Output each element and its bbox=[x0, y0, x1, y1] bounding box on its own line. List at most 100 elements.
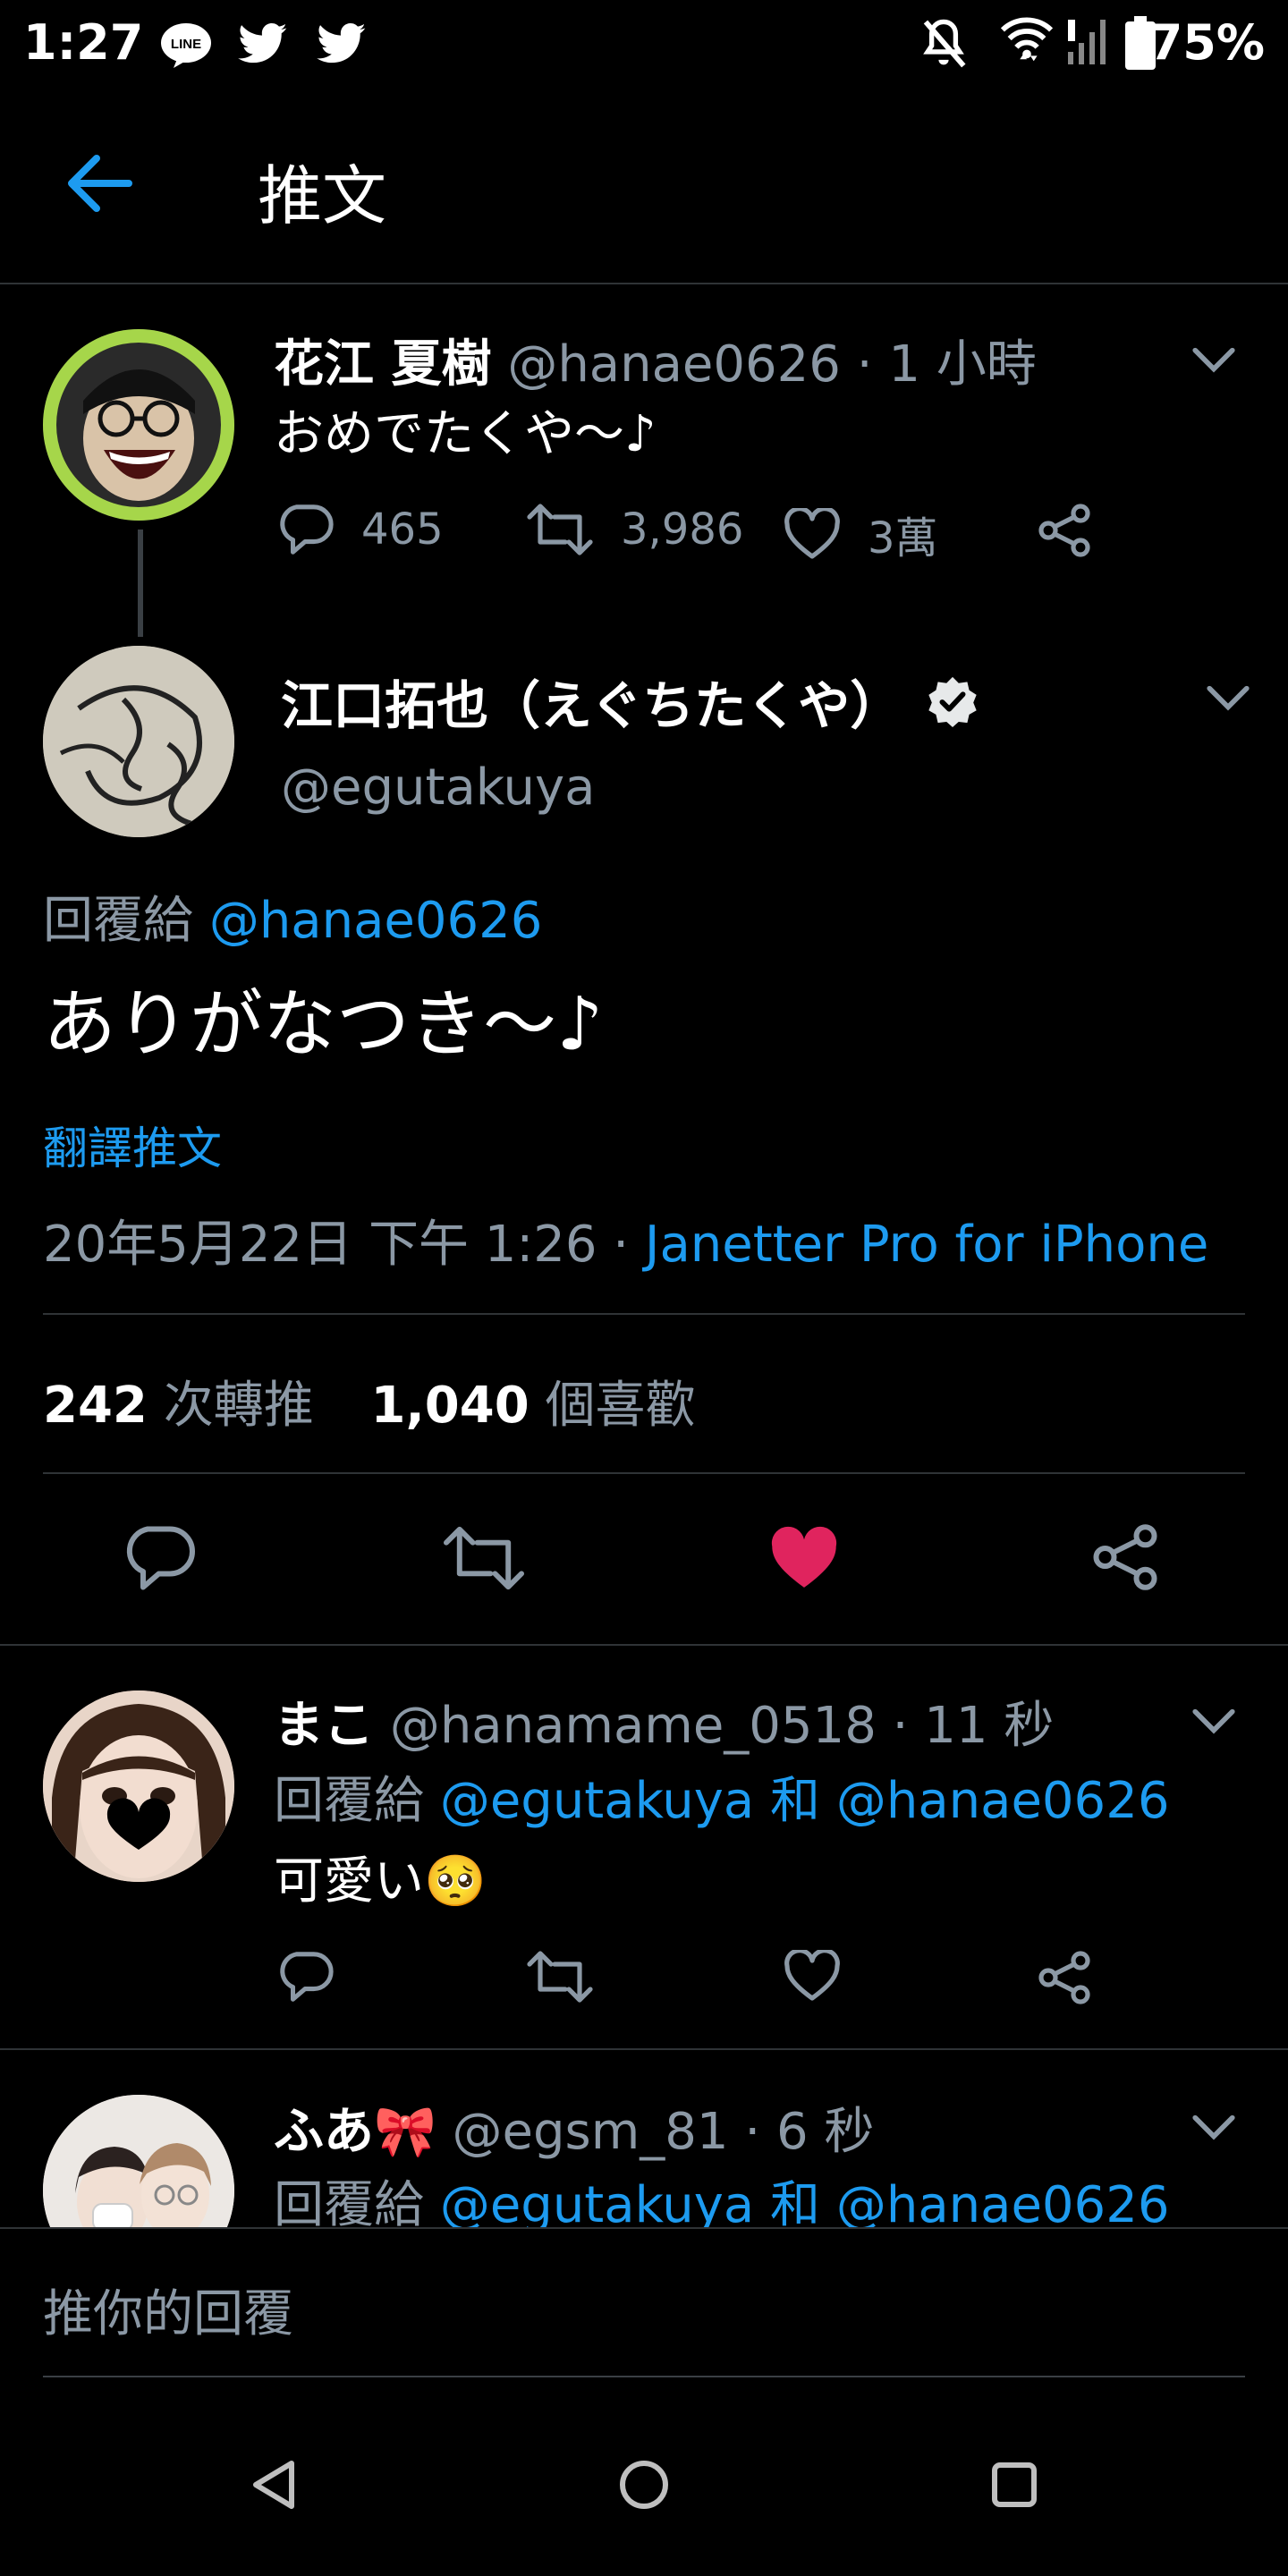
reply-to-link[interactable]: @hanae0626 bbox=[836, 2176, 1170, 2234]
likes-stat[interactable]: 1,040 個喜歡 bbox=[371, 1377, 696, 1435]
reply-to-label: 回覆給 bbox=[43, 892, 193, 950]
author-name[interactable]: まこ bbox=[274, 1697, 374, 1755]
battery-percent: 75% bbox=[1148, 14, 1265, 71]
tweet-text: おめでたくや～♪ bbox=[274, 405, 657, 463]
verified-badge-icon bbox=[927, 675, 979, 727]
chevron-down-icon bbox=[1192, 2114, 1235, 2140]
reply-button[interactable] bbox=[125, 1524, 197, 1592]
author-handle: @egutakuya bbox=[281, 758, 596, 817]
status-bar: 1:27 LINE 75% bbox=[0, 0, 1288, 89]
avatar[interactable] bbox=[43, 1690, 234, 1882]
retweets-count: 242 bbox=[43, 1377, 148, 1435]
retweet-count: 3,986 bbox=[621, 504, 744, 555]
chevron-down-icon bbox=[1207, 685, 1250, 711]
retweet-icon bbox=[527, 1951, 593, 2003]
reply-button[interactable] bbox=[279, 1950, 361, 2004]
app-bar: 推文 bbox=[0, 89, 1288, 284]
reply-to-link[interactable]: @hanae0626 bbox=[836, 1772, 1170, 1830]
reply-icon bbox=[280, 504, 334, 555]
reply-to-link[interactable]: @egutakuya bbox=[440, 1772, 754, 1830]
retweet-button[interactable] bbox=[526, 1950, 621, 2004]
triangle-back-icon bbox=[253, 2461, 294, 2509]
heart-icon bbox=[784, 508, 840, 559]
retweet-button[interactable]: 3,986 bbox=[526, 503, 743, 556]
svg-text:LINE: LINE bbox=[171, 37, 201, 52]
arrow-left-icon bbox=[68, 155, 132, 212]
tweet-time: · 6 秒 bbox=[744, 2103, 875, 2161]
reply-to-link[interactable]: @egutakuya bbox=[440, 2176, 754, 2234]
twitter-icon bbox=[317, 23, 367, 64]
reply-composer: 推你的回覆 bbox=[0, 2227, 1288, 2379]
tweet-source-link[interactable]: Janetter Pro for iPhone bbox=[645, 1216, 1208, 1274]
avatar[interactable] bbox=[43, 329, 234, 521]
line-icon: LINE bbox=[159, 21, 213, 68]
nav-recents-button[interactable] bbox=[989, 2460, 1039, 2510]
translate-link[interactable]: 翻譯推文 bbox=[43, 1113, 222, 1177]
retweets-label: 次轉推 bbox=[163, 1377, 314, 1435]
reply-to-label: 回覆給 bbox=[274, 1772, 424, 1830]
reply-header: ふあ🎀 @egsm_81 · 6 秒 bbox=[274, 2091, 874, 2164]
share-icon bbox=[1038, 1951, 1090, 2004]
engagement-stats: 242 次轉推 1,040 個喜歡 bbox=[43, 1365, 695, 1437]
mute-icon bbox=[919, 18, 968, 70]
author-name[interactable]: ふあ🎀 bbox=[274, 2103, 436, 2161]
heart-filled-icon bbox=[771, 1526, 837, 1588]
divider bbox=[0, 1644, 1288, 1646]
reply-header: まこ @hanamame_0518 · 11 秒 bbox=[274, 1685, 1054, 1758]
share-button[interactable] bbox=[1036, 1950, 1120, 2005]
author-handle: @egsm_81 bbox=[452, 2103, 729, 2161]
tweet-meta: 20年5月22日 下午 1:26 · Janetter Pro for iPho… bbox=[43, 1204, 1208, 1276]
reply-to: 回覆給 @hanae0626 bbox=[43, 880, 542, 953]
tweet-menu-button[interactable] bbox=[1204, 683, 1252, 714]
divider bbox=[43, 1313, 1245, 1315]
reply-count: 465 bbox=[361, 504, 444, 555]
likes-count: 1,040 bbox=[370, 1377, 530, 1435]
like-button[interactable]: 3萬 bbox=[784, 503, 938, 565]
tweet-time: · 11 秒 bbox=[892, 1697, 1055, 1755]
and-label: 和 bbox=[770, 1772, 821, 1830]
like-button[interactable] bbox=[767, 1526, 841, 1592]
share-button[interactable] bbox=[1036, 503, 1120, 558]
reply-input[interactable]: 推你的回覆 bbox=[43, 2274, 293, 2346]
and-label: 和 bbox=[770, 2176, 821, 2234]
author-name[interactable]: 江口拓也（えぐちたくや） bbox=[281, 664, 902, 739]
avatar[interactable] bbox=[43, 646, 234, 837]
back-button[interactable] bbox=[64, 152, 136, 215]
main-tweet-header: 江口拓也（えぐちたくや） bbox=[281, 664, 979, 739]
tweet-menu-button[interactable] bbox=[1190, 1707, 1238, 1737]
retweets-stat[interactable]: 242 次轉推 bbox=[43, 1377, 314, 1435]
page-title: 推文 bbox=[258, 158, 387, 233]
tweet-text: 可愛い🥺 bbox=[274, 1852, 487, 1911]
chevron-down-icon bbox=[1192, 347, 1235, 373]
reply-to-label: 回覆給 bbox=[274, 2176, 424, 2234]
share-button[interactable] bbox=[1089, 1522, 1161, 1592]
nav-back-button[interactable] bbox=[249, 2458, 299, 2512]
chevron-down-icon bbox=[1192, 1708, 1235, 1734]
like-button[interactable] bbox=[784, 1950, 868, 2002]
tweet-menu-button[interactable] bbox=[1190, 2113, 1238, 2143]
share-icon bbox=[1038, 504, 1090, 557]
reply-icon bbox=[126, 1526, 195, 1590]
tweet-menu-button[interactable] bbox=[1190, 345, 1238, 376]
like-count: 3萬 bbox=[868, 513, 938, 564]
reply-button[interactable]: 465 bbox=[279, 503, 444, 556]
retweet-icon bbox=[527, 504, 593, 555]
author-handle: @hanae0626 bbox=[507, 335, 841, 394]
heart-icon bbox=[784, 1950, 840, 2001]
tweet-text: ありがなつき～♪ bbox=[43, 982, 604, 1067]
divider bbox=[43, 1472, 1245, 1474]
reply-to: 回覆給 @egutakuya 和 @hanae0626 bbox=[274, 1760, 1169, 1833]
status-time: 1:27 bbox=[23, 14, 144, 71]
signal-icon bbox=[1066, 16, 1111, 66]
nav-home-button[interactable] bbox=[617, 2458, 671, 2512]
share-icon bbox=[1093, 1524, 1157, 1590]
retweet-icon bbox=[443, 1526, 525, 1590]
reply-icon bbox=[280, 1952, 334, 2002]
retweet-button[interactable] bbox=[442, 1524, 526, 1592]
reply-to-link[interactable]: @hanae0626 bbox=[209, 892, 543, 950]
circle-home-icon bbox=[620, 2461, 668, 2509]
thread-line bbox=[138, 530, 143, 637]
likes-label: 個喜歡 bbox=[545, 1377, 696, 1435]
author-name[interactable]: 花江 夏樹 bbox=[274, 335, 492, 394]
tweet-time: · 1 小時 bbox=[856, 335, 1037, 394]
